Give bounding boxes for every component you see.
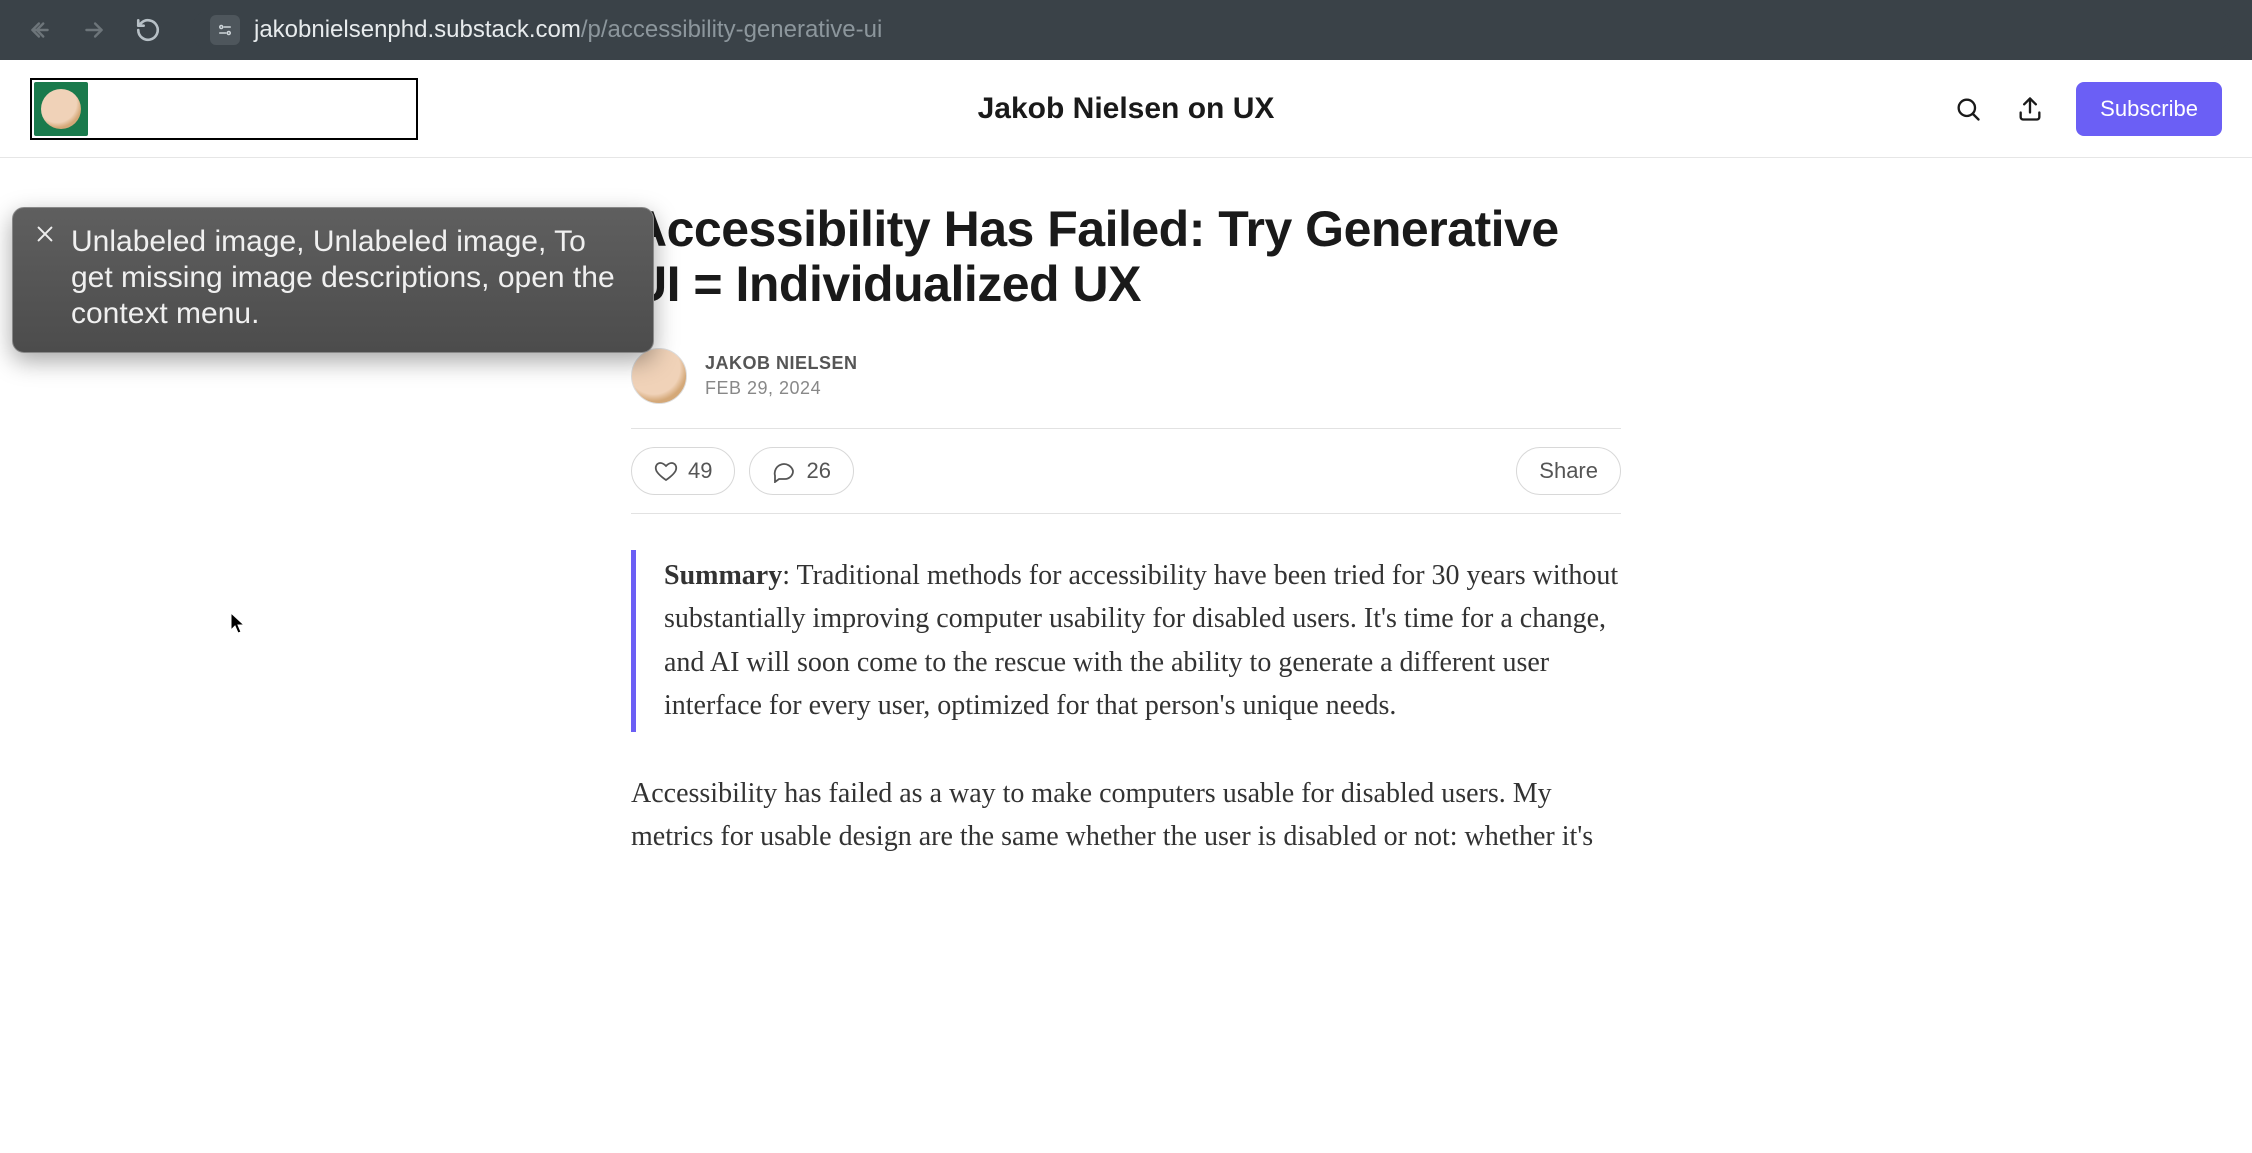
author-name[interactable]: JAKOB NIELSEN (705, 353, 858, 374)
summary-label: Summary (664, 560, 782, 591)
summary-paragraph: Summary: Traditional methods for accessi… (664, 554, 1621, 728)
summary-block: Summary: Traditional methods for accessi… (631, 550, 1621, 732)
browser-chrome: jakobnielsenphd.substack.com/p/accessibi… (0, 0, 2252, 60)
share-label: Share (1539, 458, 1598, 484)
like-button[interactable]: 49 (631, 447, 735, 495)
subscribe-button[interactable]: Subscribe (2076, 82, 2222, 136)
site-settings-icon[interactable] (210, 15, 240, 45)
like-count: 49 (688, 458, 712, 484)
page-content: Jakob Nielsen on UX Subscribe Unlabeled … (0, 60, 2252, 858)
author-meta: JAKOB NIELSEN FEB 29, 2024 (705, 353, 858, 399)
site-header: Jakob Nielsen on UX Subscribe (0, 60, 2252, 158)
url-text: jakobnielsenphd.substack.com/p/accessibi… (254, 16, 882, 44)
header-right: Subscribe (1952, 82, 2222, 136)
body-paragraph-1: Accessibility has failed as a way to mak… (631, 772, 1621, 859)
avatar-face-icon (41, 89, 81, 129)
comment-count: 26 (806, 458, 830, 484)
site-title[interactable]: Jakob Nielsen on UX (978, 92, 1275, 126)
close-icon[interactable] (33, 222, 57, 246)
tooltip-text: Unlabeled image, Unlabeled image, To get… (71, 225, 615, 330)
article-title: Accessibility Has Failed: Try Generative… (631, 202, 1621, 312)
reload-button[interactable] (128, 10, 168, 50)
url-bar[interactable]: jakobnielsenphd.substack.com/p/accessibi… (192, 8, 2232, 52)
accessibility-tooltip: Unlabeled image, Unlabeled image, To get… (12, 207, 654, 353)
back-button[interactable] (20, 10, 60, 50)
mouse-cursor-icon (229, 612, 247, 636)
summary-text: : Traditional methods for accessibility … (664, 560, 1618, 721)
logo-focus-box[interactable] (30, 78, 418, 140)
forward-button[interactable] (74, 10, 114, 50)
header-left (30, 78, 418, 140)
author-row: JAKOB NIELSEN FEB 29, 2024 (631, 348, 1621, 404)
author-avatar[interactable] (631, 348, 687, 404)
search-icon[interactable] (1952, 93, 1984, 125)
engagement-left: 49 26 (631, 447, 854, 495)
publish-date: FEB 29, 2024 (705, 378, 858, 399)
site-logo-avatar[interactable] (34, 82, 88, 136)
engagement-bar: 49 26 Share (631, 428, 1621, 514)
url-host: jakobnielsenphd.substack.com (254, 16, 581, 43)
url-path: /p/accessibility-generative-ui (581, 16, 882, 43)
share-button[interactable]: Share (1516, 447, 1621, 495)
comment-button[interactable]: 26 (749, 447, 853, 495)
share-upload-icon[interactable] (2014, 93, 2046, 125)
article: Accessibility Has Failed: Try Generative… (631, 158, 1621, 858)
